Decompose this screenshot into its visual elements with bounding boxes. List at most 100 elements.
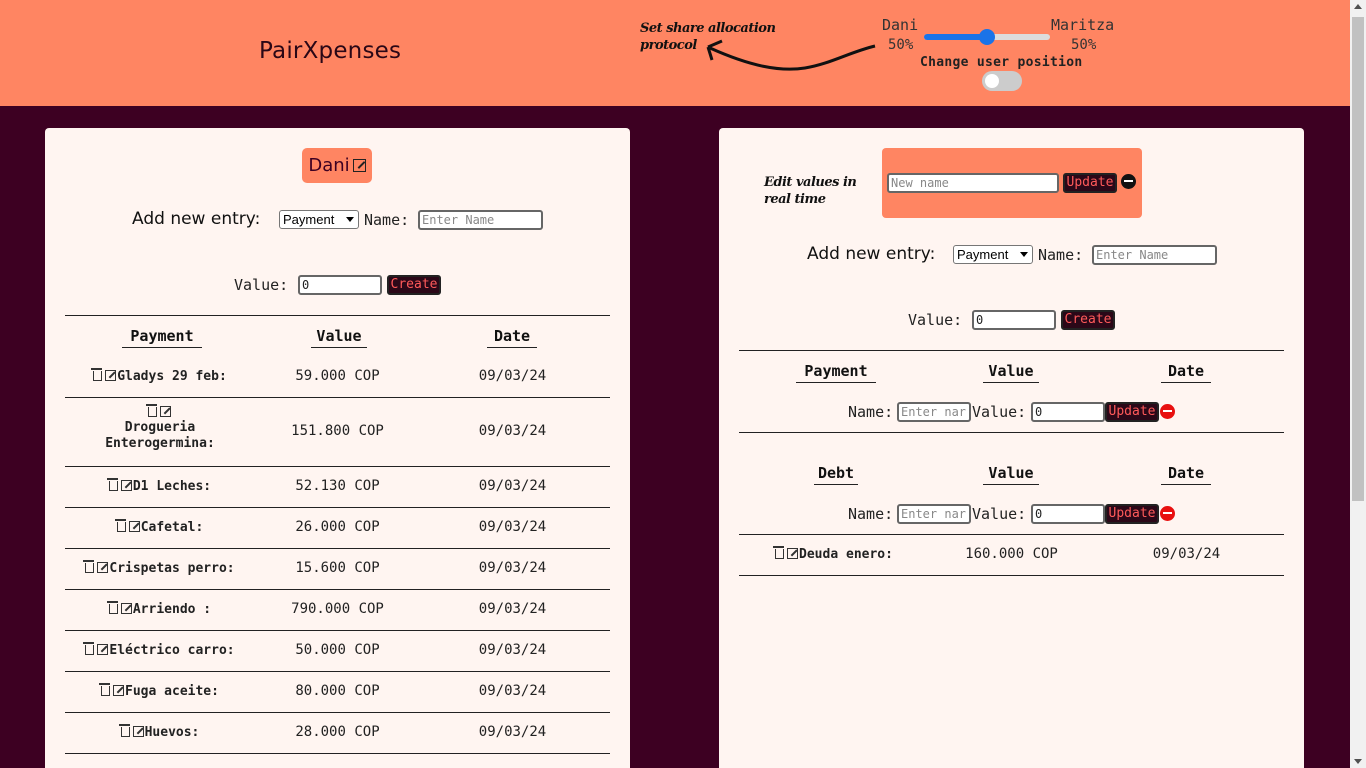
trash-icon[interactable] [106,478,118,491]
remove-icon[interactable] [1160,404,1175,419]
col-header-value: Value [311,327,367,348]
divider [739,350,1284,351]
edit-value-input[interactable]: 0 [1031,504,1105,524]
value-input[interactable]: 0 [972,310,1056,330]
edit-icon[interactable] [97,562,109,573]
slider-pct-left: 50% [888,37,914,53]
row-value: 28.000 COP [295,723,380,740]
user-card-right: Edit values in real time New name Update… [719,128,1304,768]
share-allocation: Dani Maritza 50% 50% Change user positio… [860,14,1140,94]
edit-icon[interactable] [128,521,140,532]
share-slider[interactable] [924,29,1050,45]
user-name: Dani [308,155,350,176]
scroll-thumb[interactable] [1352,17,1364,501]
create-button[interactable]: Create [387,275,441,295]
row-name: Arriendo : [132,602,212,617]
row-name-cell: D1 Leches: [85,478,235,494]
col-header-date: Date [1161,362,1211,383]
edit-name-input[interactable]: Enter nar [897,504,971,524]
edit-icon[interactable] [105,370,117,381]
value-input[interactable]: 0 [298,275,382,295]
scroll-down-icon[interactable] [1354,759,1362,764]
row-name-cell: Cafetal: [85,519,235,535]
trash-icon[interactable] [99,683,111,696]
row-value: 160.000 COP [965,545,1058,562]
edit-name-label: Name: [848,403,894,421]
table-row: D1 Leches: 52.130 COP 09/03/24 [45,466,630,508]
trash-icon[interactable] [83,560,95,573]
trash-icon[interactable] [83,642,95,655]
edit-icon[interactable] [113,685,125,696]
value-label: Value: [234,276,289,294]
trash-icon[interactable] [91,368,103,381]
row-name: Drogueria Enterogermina: [105,420,215,451]
row-name-cell: Crispetas perro: [83,560,235,576]
table-row: Huevos: 28.000 COP 09/03/24 [45,712,630,754]
row-name: Fuga aceite: [125,684,219,699]
create-button[interactable]: Create [1061,310,1115,330]
edit-icon[interactable] [132,726,144,737]
annotation-arrow-icon [706,39,876,71]
table-row: Gladys 29 feb: 59.000 COP 09/03/24 [45,356,630,398]
row-value: 59.000 COP [295,367,380,384]
name-input[interactable]: Enter Name [418,210,543,230]
entry-type-value: Payment [957,247,1009,262]
edit-name-input[interactable]: Enter nar [897,402,971,422]
edit-icon[interactable] [120,480,132,491]
entry-type-value: Payment [283,212,335,227]
toggle-knob [985,74,999,88]
table-row: Drogueria Enterogermina: 151.800 COP 09/03… [45,397,630,467]
chevron-down-icon [346,217,354,222]
row-name-cell: Drogueria Enterogermina: [85,404,235,452]
share-slider-fill [924,34,987,40]
col-header-date: Date [487,327,537,348]
row-divider [65,753,610,754]
edit-icon[interactable] [120,603,132,614]
table-row: Fuga aceite: 80.000 COP 09/03/24 [45,671,630,713]
entry-type-select[interactable]: Payment [953,245,1033,264]
row-name: D1 Leches: [132,479,212,494]
edit-update-button[interactable]: Update [1105,504,1159,524]
remove-icon[interactable] [1160,506,1175,521]
divider [739,432,1284,433]
trash-icon[interactable] [106,601,118,614]
row-value: 151.800 COP [291,422,384,439]
trash-icon[interactable] [146,404,157,417]
trash-icon[interactable] [114,519,126,532]
table-row: Crispetas perro: 15.600 COP 09/03/24 [45,548,630,590]
change-position-toggle[interactable] [982,71,1022,91]
trash-icon[interactable] [118,724,130,737]
rename-update-button[interactable]: Update [1063,173,1117,193]
divider [65,315,610,316]
row-name: Crispetas perro: [109,561,235,576]
edit-icon[interactable] [352,159,366,172]
row-date: 09/03/24 [478,518,547,535]
edit-icon[interactable] [787,548,799,559]
table-row: Deuda enero: 160.000 COP 09/03/24 [719,534,1304,576]
edit-update-button[interactable]: Update [1105,402,1159,422]
remove-icon[interactable] [1121,174,1136,189]
table-row: Cafetal: 26.000 COP 09/03/24 [45,507,630,549]
edit-icon[interactable] [160,406,171,417]
rename-input[interactable]: New name [887,173,1059,193]
row-date: 09/03/24 [478,600,547,617]
row-name-cell: Fuga aceite: [85,683,235,699]
row-name-cell: Eléctrico carro: [83,642,235,658]
page-scrollbar[interactable] [1350,0,1366,768]
share-slider-thumb[interactable] [979,29,995,45]
trash-icon[interactable] [773,546,785,559]
row-value: 50.000 COP [295,641,380,658]
scroll-up-icon[interactable] [1354,4,1362,9]
user-card-left: Dani Add new entry: Payment Name: Enter … [45,128,630,768]
edit-value-input[interactable]: 0 [1031,402,1105,422]
row-date: 09/03/24 [478,641,547,658]
rename-panel: New name Update [882,148,1142,218]
row-name-cell: Huevos: [85,724,235,740]
entry-type-select[interactable]: Payment [279,210,359,229]
row-divider [739,575,1284,576]
user-name-chip[interactable]: Dani [302,148,372,183]
edit-icon[interactable] [97,644,109,655]
name-input[interactable]: Enter Name [1092,245,1217,265]
row-name-cell: Arriendo : [85,601,235,617]
row-name: Gladys 29 feb: [117,369,227,384]
